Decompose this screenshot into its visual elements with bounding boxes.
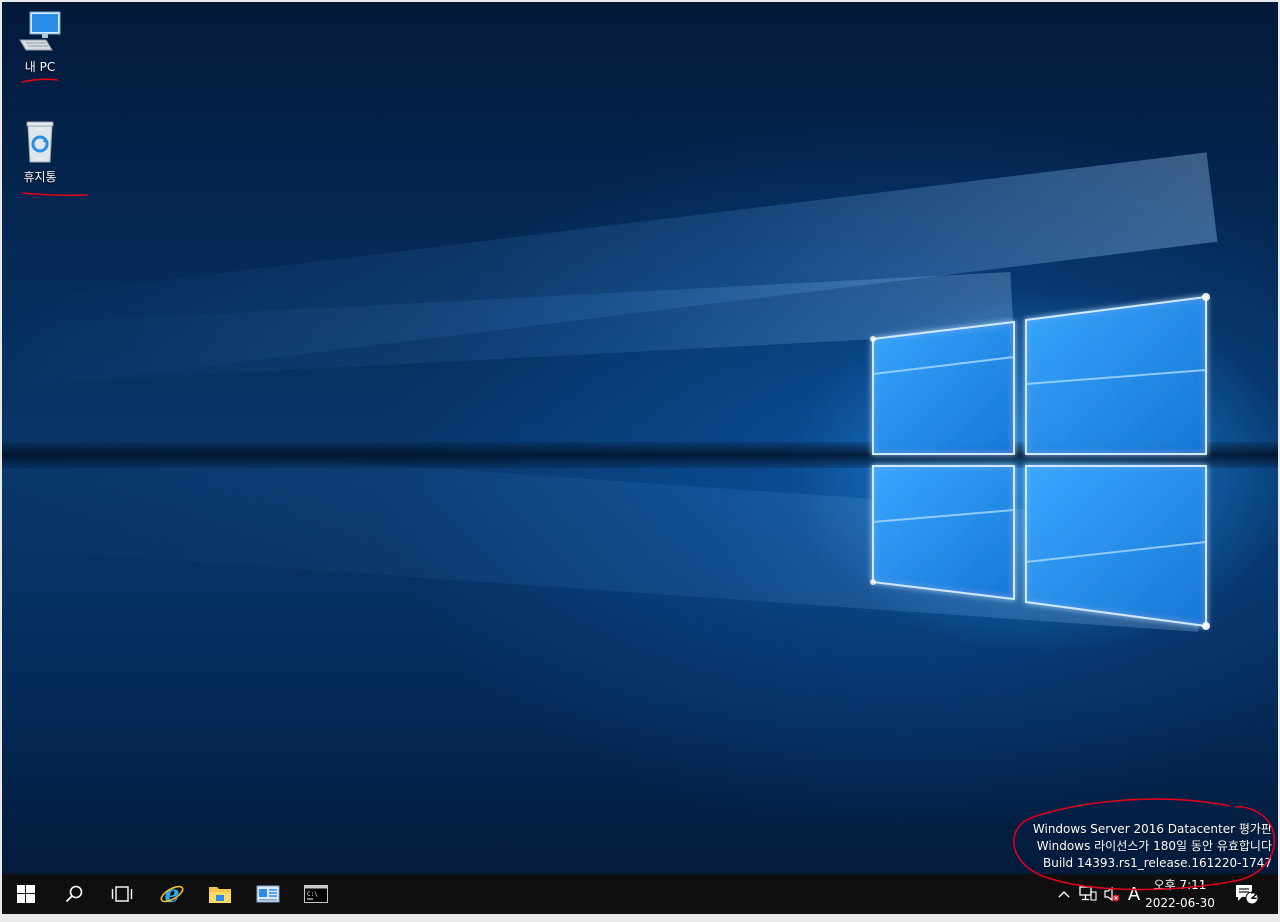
notification-count-badge: 2: [1250, 891, 1258, 902]
task-view-button[interactable]: [98, 874, 146, 914]
volume-muted-icon: [1104, 886, 1120, 902]
task-view-icon: [111, 886, 133, 902]
file-explorer-icon: [209, 887, 231, 903]
watermark-license: Windows 라이선스가 180일 동안 유효합니다: [1036, 839, 1272, 853]
watermark-edition: Windows Server 2016 Datacenter 평가판: [1032, 822, 1272, 836]
taskbar: e C:\ A 오후 7:11 2022-06-30 2: [2, 874, 1278, 914]
desktop-icon-label: 휴지통: [23, 170, 57, 184]
desktop-icon-my-pc[interactable]: 내 PC: [2, 10, 78, 75]
internet-explorer-icon: e: [160, 881, 184, 907]
svg-text:C:\: C:\: [307, 891, 318, 898]
search-icon: [65, 885, 83, 903]
file-explorer-button[interactable]: [196, 874, 244, 914]
svg-text:e: e: [164, 881, 179, 907]
clock-time: 오후 7:11: [1153, 878, 1207, 892]
clock[interactable]: 오후 7:11 2022-06-30: [1138, 876, 1222, 912]
watermark-build: Build 14393.rs1_release.161220-1747: [1043, 856, 1272, 870]
chevron-up-icon: [1058, 891, 1070, 898]
internet-explorer-button[interactable]: e: [148, 874, 196, 914]
volume-button[interactable]: [1100, 874, 1124, 914]
command-prompt-button[interactable]: C:\: [292, 874, 340, 914]
network-icon: [1079, 886, 1097, 901]
command-prompt-icon: C:\: [304, 885, 328, 903]
search-button[interactable]: [50, 874, 98, 914]
network-button[interactable]: [1076, 874, 1100, 914]
desktop-icon-recycle-bin[interactable]: 휴지통: [2, 120, 78, 185]
windows-evaluation-watermark: Windows Server 2016 Datacenter 평가판 Windo…: [1033, 821, 1272, 872]
desktop[interactable]: 내 PC 휴지통 Windows Server 2016 Datacenter …: [2, 2, 1278, 874]
windows-start-icon: [17, 885, 35, 903]
clock-date: 2022-06-30: [1145, 896, 1215, 910]
screen: 내 PC 휴지통 Windows Server 2016 Datacenter …: [0, 0, 1280, 922]
desktop-icon-label: 내 PC: [24, 60, 56, 74]
windows-wallpaper-logo: [870, 293, 1210, 630]
window-bottom-edge: [0, 914, 1280, 922]
recycle-bin-icon: [26, 121, 54, 163]
show-hidden-icons-button[interactable]: [1054, 874, 1074, 914]
server-manager-button[interactable]: [244, 874, 292, 914]
action-center-button[interactable]: 2: [1228, 874, 1264, 914]
computer-icon: [19, 11, 61, 51]
server-manager-icon: [256, 885, 280, 903]
start-button[interactable]: [2, 874, 50, 914]
